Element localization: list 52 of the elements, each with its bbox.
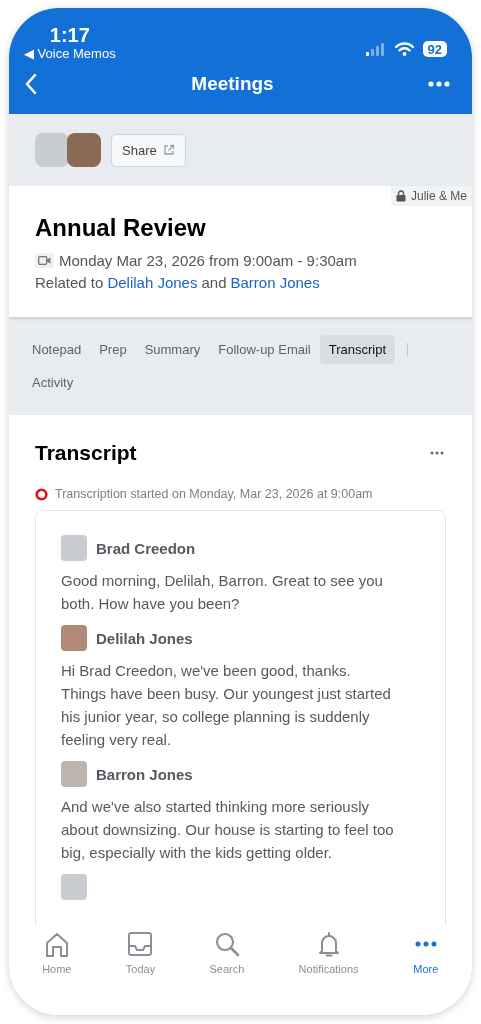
avatar-photo <box>61 874 87 900</box>
contact-link[interactable]: Delilah Jones <box>107 274 198 291</box>
lock-icon <box>395 190 406 202</box>
avatar-photo <box>61 625 87 651</box>
more-icon <box>430 451 444 455</box>
page-title: Meetings <box>191 73 274 95</box>
speaker-name: Barron Jones <box>96 765 193 783</box>
visibility-badge: Julie & Me <box>390 186 472 206</box>
tab[interactable]: Activity <box>23 368 83 397</box>
tab[interactable]: Prep <box>90 335 136 364</box>
external-link-icon <box>162 144 175 156</box>
avatar-photo <box>67 133 101 167</box>
avatar-photo <box>61 535 87 561</box>
transcription-status: Transcription started on Monday, Mar 23, 2026 at 9:00am <box>55 487 373 501</box>
recording-icon <box>35 487 48 501</box>
wifi-icon <box>394 42 414 56</box>
related-joiner: and <box>201 274 227 291</box>
meeting-time: Monday Mar 23, 2026 from 9:00am - 9:30am <box>59 252 357 269</box>
tab[interactable]: Follow-up Email <box>209 335 320 364</box>
search-icon <box>213 931 240 958</box>
tab-bar-item[interactable]: Search <box>203 925 251 979</box>
speaker-name: Delilah Jones <box>96 629 193 647</box>
related-label: Related to <box>35 274 104 291</box>
tab[interactable]: Transcript <box>319 335 396 364</box>
transcript-text: Good morning, Delilah, Barron. Great to see you both. How have you been? <box>61 571 384 614</box>
back-button[interactable] <box>23 72 39 96</box>
battery-indicator: 92 <box>422 41 447 57</box>
share-button[interactable]: Share <box>111 133 186 167</box>
signal-icon <box>365 42 386 56</box>
tab-bar-item[interactable]: Home <box>36 925 78 979</box>
tab-bar-item[interactable]: More <box>406 925 445 979</box>
more-button[interactable] <box>426 79 452 89</box>
contact-link[interactable]: Barron Jones <box>230 274 320 291</box>
tab[interactable]: Notepad <box>23 335 91 364</box>
back-to-app-link[interactable]: ◀ Voice Memos <box>24 46 116 62</box>
inbox-tray-icon <box>127 931 154 958</box>
transcript-text: Hi Brad Creedon, we've been good, thanks. Things have been busy. Our youngest just started his junior year, so college planning is suddenly feeling very real. <box>61 661 392 750</box>
chevron-left-icon <box>25 74 37 94</box>
status-time: 1:17 <box>49 24 90 46</box>
meeting-title: Annual Review <box>35 214 207 242</box>
home-icon <box>43 931 70 958</box>
more-icon <box>428 81 450 87</box>
tab-bar-item[interactable]: Today <box>119 925 162 979</box>
avatar-photo <box>61 761 87 787</box>
section-title: Transcript <box>35 441 137 465</box>
more-icon <box>415 941 437 947</box>
speaker-name: Brad Creedon <box>96 539 196 557</box>
avatar-photo <box>35 133 69 167</box>
tab[interactable]: Summary <box>135 335 210 364</box>
transcript-text: And we've also started thinking more seriously about downsizing. Our house is starting to feel too big, especially with the kids getting older. <box>61 797 395 863</box>
more-button[interactable] <box>428 449 446 457</box>
tab-bar-item[interactable]: Notifications <box>292 925 365 979</box>
